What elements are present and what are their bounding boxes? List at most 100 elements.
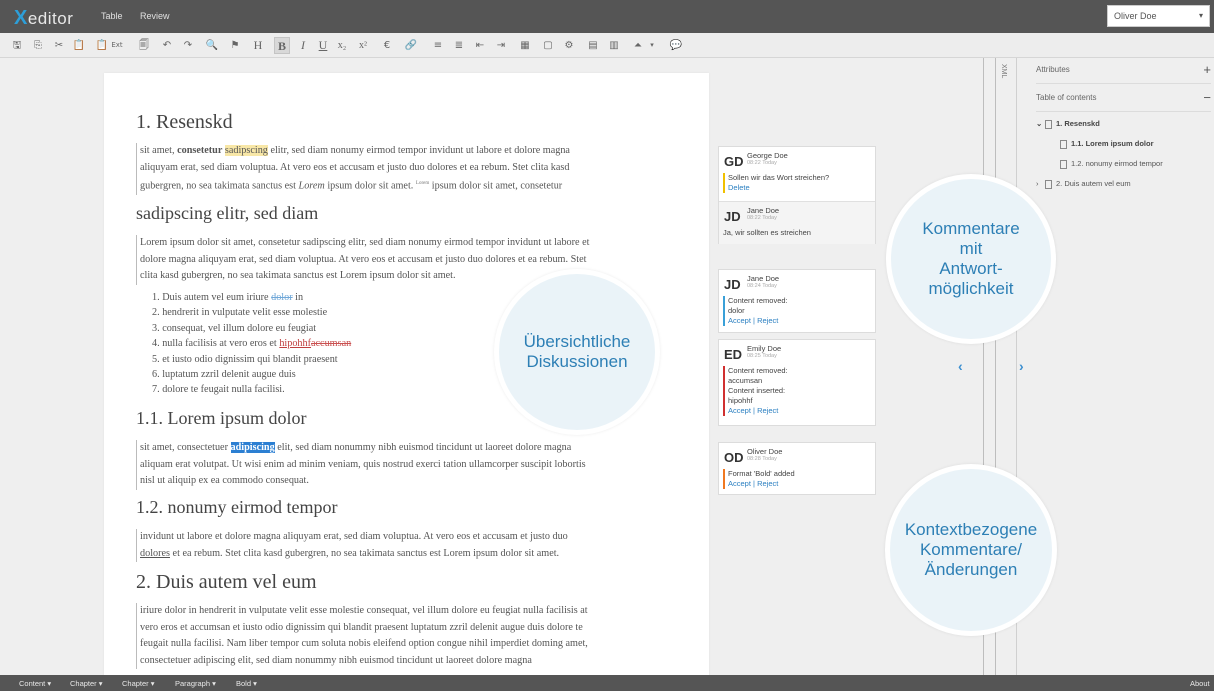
heading-1-resenskd[interactable]: 1. Resenskd: [136, 111, 233, 134]
ordered-list-icon[interactable]: ≡: [431, 37, 445, 54]
paragraph-4[interactable]: invidunt ut labore et dolore magna aliqu…: [136, 529, 646, 562]
accept-link[interactable]: Accept: [728, 406, 751, 415]
comment-reply[interactable]: JD Jane Doe 08:22 Today Ja, wir sollten …: [719, 201, 875, 244]
accept-link[interactable]: Accept: [728, 479, 751, 488]
paste-icon[interactable]: 📋: [72, 37, 86, 54]
reject-link[interactable]: Reject: [757, 316, 778, 325]
user-select[interactable]: Oliver Doe ▾: [1107, 5, 1210, 27]
bold-button[interactable]: B: [274, 37, 290, 54]
euro-icon[interactable]: €: [380, 37, 394, 54]
comment-body: Sollen wir das Wort streichen? Delete: [723, 173, 829, 193]
document-icon: [1045, 179, 1052, 189]
chevron-down-icon: ▾: [1198, 11, 1203, 20]
comment-icon[interactable]: 💬: [669, 37, 683, 54]
chevron-right-icon[interactable]: ›: [1036, 179, 1045, 188]
toc-item-1-2[interactable]: 1.2. nonumy eirmod tempor: [1060, 159, 1163, 169]
paste-ext-icon[interactable]: 📋: [95, 37, 109, 54]
subscript-button[interactable]: x₂: [335, 37, 349, 54]
comment-card-oliver[interactable]: OD Oliver Doe 08:28 Today Format 'Bold' …: [718, 442, 876, 495]
paragraph-5[interactable]: iriure dolor in hendrerit in vulputate v…: [136, 603, 676, 669]
reject-link[interactable]: Reject: [757, 479, 778, 488]
redo-icon[interactable]: ↷: [181, 37, 195, 54]
comment-author: Emily Doe: [747, 344, 782, 353]
commented-word[interactable]: sadipscing: [224, 145, 268, 156]
document-icon: [1060, 159, 1067, 169]
callout-context: Kontextbezogene Kommentare/Änderungen: [885, 464, 1057, 636]
comment-time: 08:22 Today: [747, 160, 777, 166]
callout-discussions: Übersichtliche Diskussionen: [494, 269, 660, 435]
about-link[interactable]: About: [1190, 679, 1210, 688]
menu-review[interactable]: Review: [140, 11, 170, 21]
paste-ext-label[interactable]: Ext: [110, 37, 124, 54]
delete-link[interactable]: Delete: [728, 183, 829, 193]
heading-1-2[interactable]: 1.2. nonumy eirmod tempor: [136, 497, 337, 518]
breadcrumb-chapter[interactable]: Chapter ▾: [70, 679, 103, 688]
breadcrumb-chapter[interactable]: Chapter ▾: [122, 679, 155, 688]
link-icon[interactable]: 🔗: [404, 37, 418, 54]
heading-1-1[interactable]: 1.1. Lorem ipsum dolor: [136, 408, 306, 429]
italic-button[interactable]: I: [296, 37, 310, 54]
paragraph-3[interactable]: sit amet, consectetuer adipiscing elit, …: [136, 440, 671, 490]
list-item: 4. nulla facilisis at vero eros et hipoh…: [152, 338, 352, 350]
breadcrumb-paragraph[interactable]: Paragraph ▾: [175, 679, 216, 688]
person-icon[interactable]: ⏶: [631, 37, 645, 54]
toc-header[interactable]: Table of contents −: [1036, 90, 1211, 105]
menu-table[interactable]: Table: [101, 11, 123, 21]
gear-icon[interactable]: ⚙: [562, 37, 576, 54]
comment-body: Content removed: dolor Accept | Reject: [723, 296, 788, 326]
image-icon[interactable]: ▤: [586, 37, 600, 54]
avatar: OD: [724, 450, 744, 465]
chevron-right-icon[interactable]: ›: [1019, 358, 1024, 374]
list-item: 2. hendrerit in vulputate velit esse mol…: [152, 307, 328, 319]
undo-icon[interactable]: ↶: [160, 37, 174, 54]
reject-link[interactable]: Reject: [757, 406, 778, 415]
toc-item-1[interactable]: ⌄ 1. Resenskd: [1036, 119, 1100, 129]
avatar: ED: [724, 347, 743, 362]
frame-icon[interactable]: ▢: [541, 37, 555, 54]
ordered-list[interactable]: 1. Duis autem vel eum iriure dolor in 2.…: [152, 290, 351, 398]
indent-icon[interactable]: ⇥: [494, 37, 508, 54]
chevron-left-icon[interactable]: ‹: [958, 358, 963, 374]
bottom-bar: Content ▾ Chapter ▾ Chapter ▾ Paragraph …: [0, 675, 1214, 691]
comment-card-george[interactable]: GD George Doe 08:22 Today Sollen wir das…: [718, 146, 876, 244]
bold-change-word[interactable]: adipiscing: [230, 442, 275, 453]
bookmark-icon[interactable]: ⚑: [228, 37, 242, 54]
toc-item-1-1[interactable]: 1.1. Lorem ipsum dolor: [1060, 139, 1154, 149]
heading-2-duis[interactable]: 2. Duis autem vel eum: [136, 571, 317, 594]
plus-icon[interactable]: +: [1203, 62, 1211, 77]
save-icon[interactable]: 🖫: [10, 37, 24, 54]
breadcrumb-content[interactable]: Content ▾: [19, 679, 51, 688]
removed-text[interactable]: accumsan: [311, 338, 351, 349]
comment-time: 08:22 Today: [747, 215, 777, 221]
outdent-icon[interactable]: ⇤: [473, 37, 487, 54]
attributes-header[interactable]: Attributes +: [1036, 62, 1211, 77]
chevron-down-icon[interactable]: ⌄: [1036, 119, 1045, 128]
list-item: 5. et iusto odio dignissim qui blandit p…: [152, 353, 338, 365]
superscript-button[interactable]: x²: [356, 37, 370, 54]
comment-author: George Doe: [747, 151, 788, 160]
search-icon[interactable]: 🔍: [205, 37, 219, 54]
copy-icon[interactable]: ⎘: [31, 37, 45, 54]
heading-button[interactable]: H: [251, 37, 265, 54]
cut-icon[interactable]: ✂: [52, 37, 66, 54]
media-icon[interactable]: ▥: [607, 37, 621, 54]
heading-sadipscing[interactable]: sadipscing elitr, sed diam: [136, 203, 318, 224]
table-icon[interactable]: ▦: [518, 37, 532, 54]
document-icon: [1045, 119, 1052, 129]
comment-body: Content removed: accumsan Content insert…: [723, 366, 788, 416]
comment-card-emily[interactable]: ED Emily Doe 08:25 Today Content removed…: [718, 339, 876, 426]
unordered-list-icon[interactable]: ≣: [452, 37, 466, 54]
xml-tab[interactable]: XML: [1000, 64, 1007, 78]
breadcrumb-bold[interactable]: Bold ▾: [236, 679, 257, 688]
document-icon[interactable]: 🗐: [137, 37, 151, 54]
minus-icon[interactable]: −: [1203, 90, 1211, 105]
underline-button[interactable]: U: [316, 37, 330, 54]
chevron-down-icon[interactable]: ▾: [645, 37, 659, 54]
accept-link[interactable]: Accept: [728, 316, 751, 325]
paragraph-1[interactable]: sit amet, consetetur sadipscing elitr, s…: [136, 143, 676, 195]
toc-item-2[interactable]: › 2. Duis autem vel eum: [1036, 179, 1131, 189]
removed-text[interactable]: dolor: [271, 292, 293, 303]
comment-time: 08:28 Today: [747, 456, 777, 462]
inserted-text[interactable]: hipohhf: [279, 338, 311, 349]
comment-card-jane[interactable]: JD Jane Doe 08:24 Today Content removed:…: [718, 269, 876, 333]
